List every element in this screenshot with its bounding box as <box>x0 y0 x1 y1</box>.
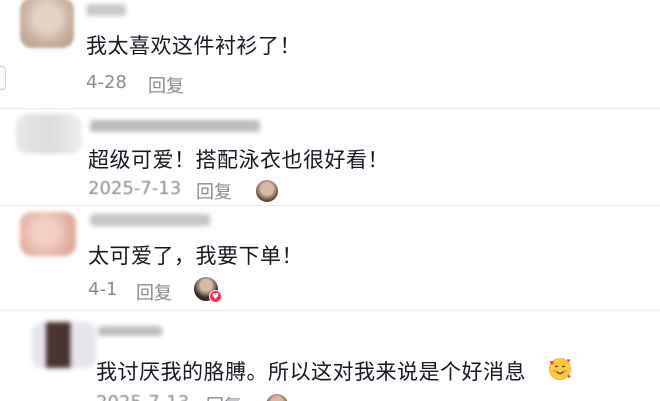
username-redacted[interactable] <box>86 4 126 16</box>
avatar[interactable] <box>20 0 74 48</box>
divider <box>0 205 660 206</box>
side-handle[interactable] <box>0 66 6 90</box>
divider <box>0 108 660 109</box>
comment-text: 超级可爱！搭配泳衣也很好看！ <box>88 148 389 172</box>
divider <box>0 310 660 311</box>
heart-icon: ♥ <box>209 290 222 303</box>
comment-date: 4-28 <box>86 72 127 93</box>
username-redacted[interactable] <box>98 326 162 336</box>
comment-text: 我讨厌我的胳膊。所以这对我来说是个好消息 <box>96 360 526 384</box>
reply-button[interactable]: 回复 <box>196 178 232 204</box>
comment-text: 我太喜欢这件衬衫了！ <box>86 34 301 58</box>
reply-button[interactable]: 回复 <box>136 279 172 305</box>
comment-text: 太可爱了，我要下单！ <box>88 244 303 268</box>
username-redacted[interactable] <box>90 120 260 132</box>
comment-date: 4-1 <box>88 279 118 300</box>
comment-date: 2025-7-13 <box>88 178 182 199</box>
avatar[interactable] <box>32 322 96 368</box>
smiling-face-with-hearts-icon <box>549 358 571 380</box>
reply-button[interactable]: 回复 <box>206 392 242 401</box>
avatar[interactable] <box>20 212 76 256</box>
username-redacted[interactable] <box>90 214 210 226</box>
creator-liked-avatar <box>266 394 288 401</box>
reply-button[interactable]: 回复 <box>148 72 184 98</box>
comment-thread: 我太喜欢这件衬衫了！ 4-28 回复 超级可爱！搭配泳衣也很好看！ 2025-7… <box>0 0 660 401</box>
avatar[interactable] <box>16 114 82 154</box>
comment-date: 2025-7-13 <box>96 392 189 401</box>
creator-liked-avatar <box>256 180 278 202</box>
